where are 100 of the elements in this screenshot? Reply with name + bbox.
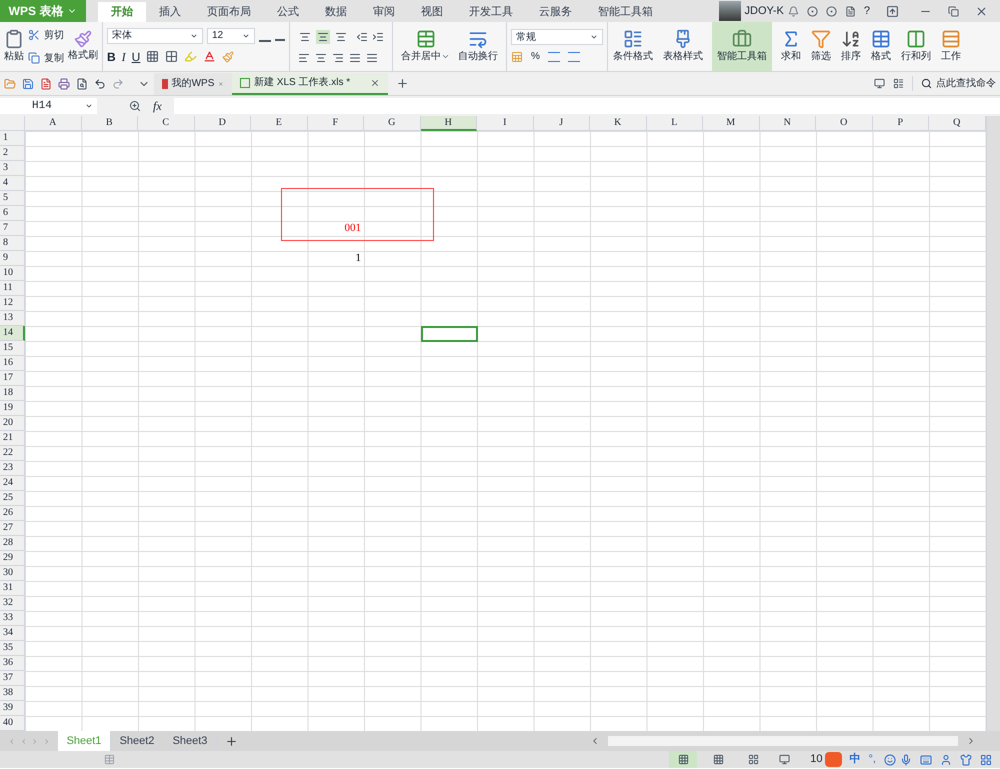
column-header[interactable]: A [25, 116, 82, 131]
bell-icon[interactable] [788, 6, 799, 16]
row-header[interactable]: 13 [0, 311, 25, 326]
row-header[interactable]: 40 [0, 716, 25, 731]
column-header[interactable]: F [308, 116, 364, 131]
active-cell[interactable] [420, 326, 478, 342]
column-header[interactable]: C [138, 116, 194, 131]
format-painter-button[interactable]: 格式刷 [68, 30, 98, 63]
wrap-text-button[interactable]: 自动换行 [458, 29, 498, 64]
row-header[interactable]: 37 [0, 671, 25, 686]
upload-icon[interactable] [886, 4, 899, 18]
ribbon-tool-button[interactable]: 求和 [776, 22, 806, 71]
justify-icon[interactable] [349, 52, 361, 64]
menu-tab[interactable]: 视图 [408, 2, 456, 22]
print-icon[interactable] [58, 78, 70, 90]
zoom-icon[interactable] [129, 100, 141, 112]
ime-logo-icon[interactable] [824, 752, 842, 767]
row-header[interactable]: 2 [0, 146, 25, 161]
column-header[interactable]: K [590, 116, 646, 131]
row-header[interactable]: 24 [0, 476, 25, 491]
row-header[interactable]: 5 [0, 191, 25, 206]
distribute-icon[interactable] [366, 52, 378, 64]
row-header[interactable]: 9 [0, 251, 25, 266]
number-format-field[interactable]: 常规 [511, 29, 603, 45]
column-header[interactable]: B [82, 116, 138, 131]
font-color-icon[interactable] [203, 50, 216, 63]
reading-view-icon[interactable] [748, 754, 760, 765]
zoom-level[interactable]: 10 [810, 751, 823, 768]
ime-punctuation[interactable]: °, [868, 751, 876, 768]
row-header[interactable]: 26 [0, 506, 25, 521]
row-header[interactable]: 18 [0, 386, 25, 401]
column-header[interactable]: L [646, 116, 703, 131]
row-header[interactable]: 32 [0, 596, 25, 611]
row-header[interactable]: 6 [0, 206, 25, 221]
vertical-align-button[interactable] [316, 30, 330, 44]
add-sheet-icon[interactable] [225, 734, 238, 748]
row-header[interactable]: 30 [0, 566, 25, 581]
menu-tab[interactable]: 审阅 [360, 2, 408, 22]
print-preview-icon[interactable] [76, 78, 88, 90]
menu-tab[interactable]: 插入 [146, 2, 194, 22]
row-header[interactable]: 28 [0, 536, 25, 551]
outdent-icon[interactable] [356, 30, 368, 42]
border-icon[interactable] [146, 50, 160, 63]
menu-tab[interactable]: 开发工具 [456, 2, 526, 22]
row-header[interactable]: 14 [0, 326, 25, 341]
align-left-icon[interactable] [298, 52, 310, 64]
ribbon-tool-button[interactable]: 条件格式 [608, 22, 658, 71]
page-break-view-icon[interactable] [713, 754, 724, 765]
row-header[interactable]: 39 [0, 701, 25, 716]
horizontal-scrollbar[interactable] [608, 736, 958, 746]
percent-button[interactable]: % [531, 49, 540, 64]
row-header[interactable]: 8 [0, 236, 25, 251]
row-header[interactable]: 4 [0, 176, 25, 191]
menu-tab[interactable]: 公式 [264, 2, 312, 22]
user-name[interactable]: JDOY-K [744, 2, 784, 20]
font-size-field[interactable]: 12 [207, 28, 255, 44]
row-header[interactable]: 7 [0, 221, 25, 236]
close-icon[interactable] [370, 78, 380, 88]
cell-style-icon[interactable] [165, 50, 178, 63]
row-header[interactable]: 23 [0, 461, 25, 476]
ribbon-tool-button[interactable]: 智能工具箱 [712, 22, 772, 71]
row-header[interactable]: 16 [0, 356, 25, 371]
skin-icon[interactable] [960, 754, 972, 766]
dot-icon[interactable] [826, 6, 837, 16]
microphone-icon[interactable] [900, 754, 912, 766]
row-header[interactable]: 34 [0, 626, 25, 641]
underline-button[interactable]: U [132, 48, 140, 66]
column-header[interactable]: O [816, 116, 872, 131]
row-header[interactable]: 15 [0, 341, 25, 356]
monitor-icon[interactable] [874, 78, 885, 89]
row-header[interactable]: 21 [0, 431, 25, 446]
row-header[interactable]: 17 [0, 371, 25, 386]
menu-tab[interactable]: 云服务 [526, 2, 585, 22]
document-tab[interactable]: 我的WPS [154, 72, 232, 94]
user-icon[interactable] [940, 754, 952, 766]
spreadsheet-grid[interactable]: 001 1 [25, 131, 986, 731]
vertical-scrollbar[interactable] [986, 116, 1000, 731]
row-header[interactable]: 22 [0, 446, 25, 461]
row-header[interactable]: 35 [0, 641, 25, 656]
layout-icon[interactable] [893, 78, 904, 89]
new-tab-icon[interactable] [396, 77, 409, 90]
help-button[interactable]: ? [864, 2, 870, 20]
ime-mode[interactable]: 中 [850, 751, 861, 768]
align-center-icon[interactable] [315, 52, 327, 64]
row-header[interactable]: 19 [0, 401, 25, 416]
toolbox-icon[interactable] [980, 754, 992, 766]
undo-icon[interactable] [94, 78, 106, 90]
avatar-icon[interactable] [718, 1, 741, 21]
fill-color-icon[interactable] [184, 50, 198, 63]
copy-button[interactable]: 复制 [28, 50, 64, 66]
ribbon-tool-button[interactable]: 行和列 [896, 22, 936, 71]
ribbon-tool-button[interactable]: 表格样式 [658, 22, 708, 71]
document-tab[interactable]: 新建 XLS 工作表.xls * [232, 72, 388, 94]
column-header[interactable]: I [477, 116, 534, 131]
row-header[interactable]: 27 [0, 521, 25, 536]
menu-tab[interactable]: 开始 [98, 2, 146, 22]
row-header[interactable]: 11 [0, 281, 25, 296]
merge-center-button[interactable]: 合并居中 [401, 29, 450, 64]
row-header[interactable]: 36 [0, 656, 25, 671]
menu-tab[interactable]: 智能工具箱 [585, 2, 666, 22]
